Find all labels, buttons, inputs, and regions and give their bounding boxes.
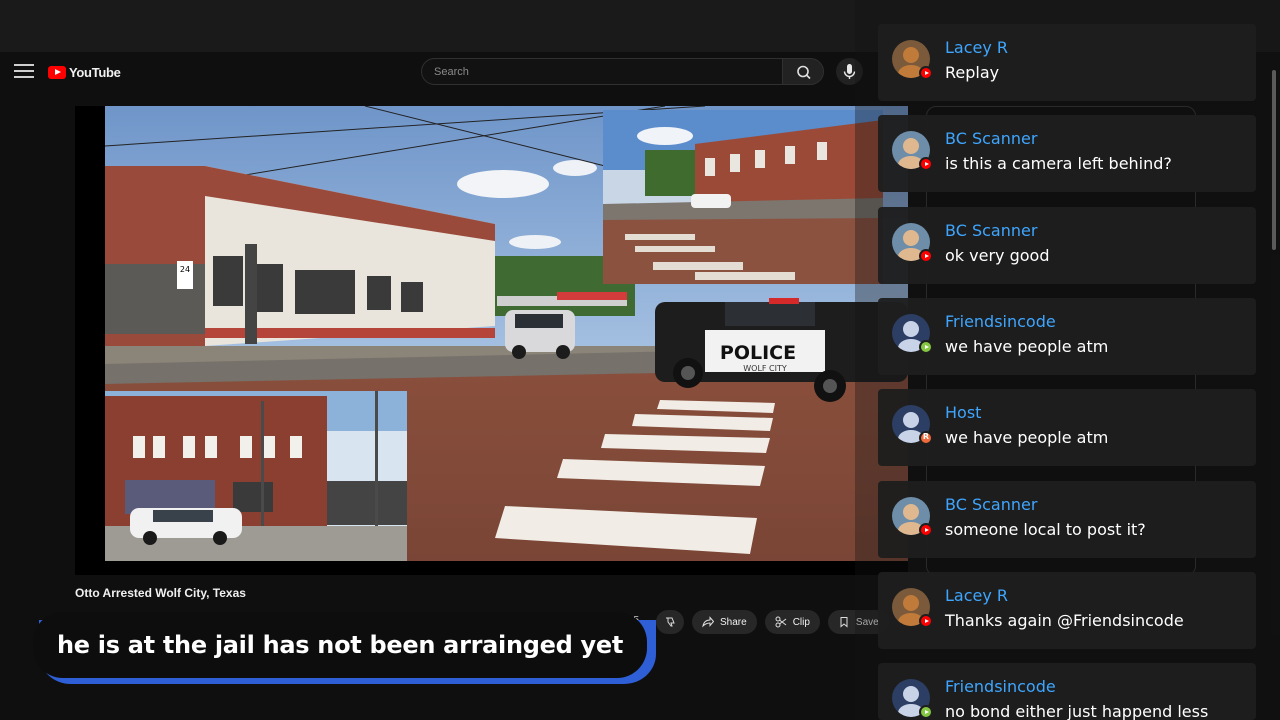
clip-label: Clip bbox=[792, 616, 810, 628]
bookmark-icon bbox=[840, 617, 848, 628]
youtube-badge-icon bbox=[919, 249, 933, 263]
chat-message: BC Scanner ok very good bbox=[878, 207, 1256, 284]
youtube-badge-icon bbox=[919, 614, 933, 628]
chat-message-text: Replay bbox=[945, 63, 1000, 82]
video-title: Otto Arrested Wolf City, Texas bbox=[75, 586, 246, 600]
chat-message-text: no bond either just happend less bbox=[945, 702, 1209, 720]
clip-button[interactable]: Clip bbox=[764, 610, 820, 634]
share-icon bbox=[702, 616, 714, 628]
host-badge-icon bbox=[919, 431, 933, 445]
chat-author-name[interactable]: Lacey R bbox=[945, 586, 1008, 605]
chat-message-text: someone local to post it? bbox=[945, 520, 1146, 539]
police-text: POLICE bbox=[720, 342, 796, 364]
chat-message-text: ok very good bbox=[945, 246, 1050, 265]
video-scene: 24 POLICE WOLF CITY bbox=[105, 106, 908, 561]
share-label: Share bbox=[720, 616, 747, 628]
police-subtext: WOLF CITY bbox=[743, 364, 787, 373]
chat-message: Friendsincode no bond either just happend… bbox=[878, 663, 1256, 720]
rumble-badge-icon bbox=[919, 340, 933, 354]
chat-author-name[interactable]: Friendsincode bbox=[945, 677, 1056, 696]
share-button[interactable]: Share bbox=[692, 610, 757, 634]
dislike-button[interactable] bbox=[656, 610, 684, 634]
search-button[interactable] bbox=[782, 58, 824, 85]
search-icon bbox=[797, 65, 811, 80]
chat-author-name[interactable]: Friendsincode bbox=[945, 312, 1056, 331]
youtube-play-icon bbox=[48, 65, 66, 79]
youtube-badge-icon bbox=[919, 66, 933, 80]
chat-message: Lacey R Replay bbox=[878, 24, 1256, 101]
chat-message-text: Thanks again @Friendsincode bbox=[945, 611, 1184, 630]
chat-author-name[interactable]: BC Scanner bbox=[945, 221, 1037, 240]
chat-author-name[interactable]: Lacey R bbox=[945, 38, 1008, 57]
rumble-badge-icon bbox=[919, 705, 933, 719]
caption-box: he is at the jail has not been arrainged… bbox=[33, 612, 647, 678]
youtube-logo[interactable]: YouTube bbox=[48, 63, 121, 81]
logo-text: YouTube bbox=[69, 64, 121, 80]
video-frame[interactable]: 24 POLICE WOLF CITY bbox=[105, 106, 908, 561]
search-input[interactable] bbox=[422, 59, 782, 84]
youtube-badge-icon bbox=[919, 157, 933, 171]
chat-author-name[interactable]: BC Scanner bbox=[945, 129, 1037, 148]
chat-message: BC Scanner is this a camera left behind? bbox=[878, 115, 1256, 192]
youtube-badge-icon bbox=[919, 523, 933, 537]
hamburger-menu-icon[interactable] bbox=[14, 64, 34, 80]
scrollbar-thumb[interactable] bbox=[1272, 70, 1276, 250]
thumbs-down-icon bbox=[666, 617, 675, 627]
scissors-icon bbox=[775, 616, 786, 628]
chat-message: Lacey R Thanks again @Friendsincode bbox=[878, 572, 1256, 649]
page-scrollbar[interactable] bbox=[1270, 60, 1278, 670]
action-buttons: Share Clip Save bbox=[656, 610, 889, 634]
chat-message-text: is this a camera left behind? bbox=[945, 154, 1172, 173]
chat-author-name[interactable]: BC Scanner bbox=[945, 495, 1037, 514]
search-field bbox=[421, 58, 783, 85]
sign-number: 24 bbox=[180, 265, 190, 274]
caption-text: he is at the jail has not been arrainged… bbox=[56, 631, 624, 659]
chat-author-name[interactable]: Host bbox=[945, 403, 981, 422]
chat-message: Host we have people atm bbox=[878, 389, 1256, 466]
chat-message: BC Scanner someone local to post it? bbox=[878, 481, 1256, 558]
video-player[interactable]: 24 POLICE WOLF CITY bbox=[75, 106, 908, 575]
chat-message-text: we have people atm bbox=[945, 337, 1109, 356]
chat-message-text: we have people atm bbox=[945, 428, 1109, 447]
caption-overlay: he is at the jail has not been arrainged… bbox=[33, 612, 656, 684]
chat-message: Friendsincode we have people atm bbox=[878, 298, 1256, 375]
